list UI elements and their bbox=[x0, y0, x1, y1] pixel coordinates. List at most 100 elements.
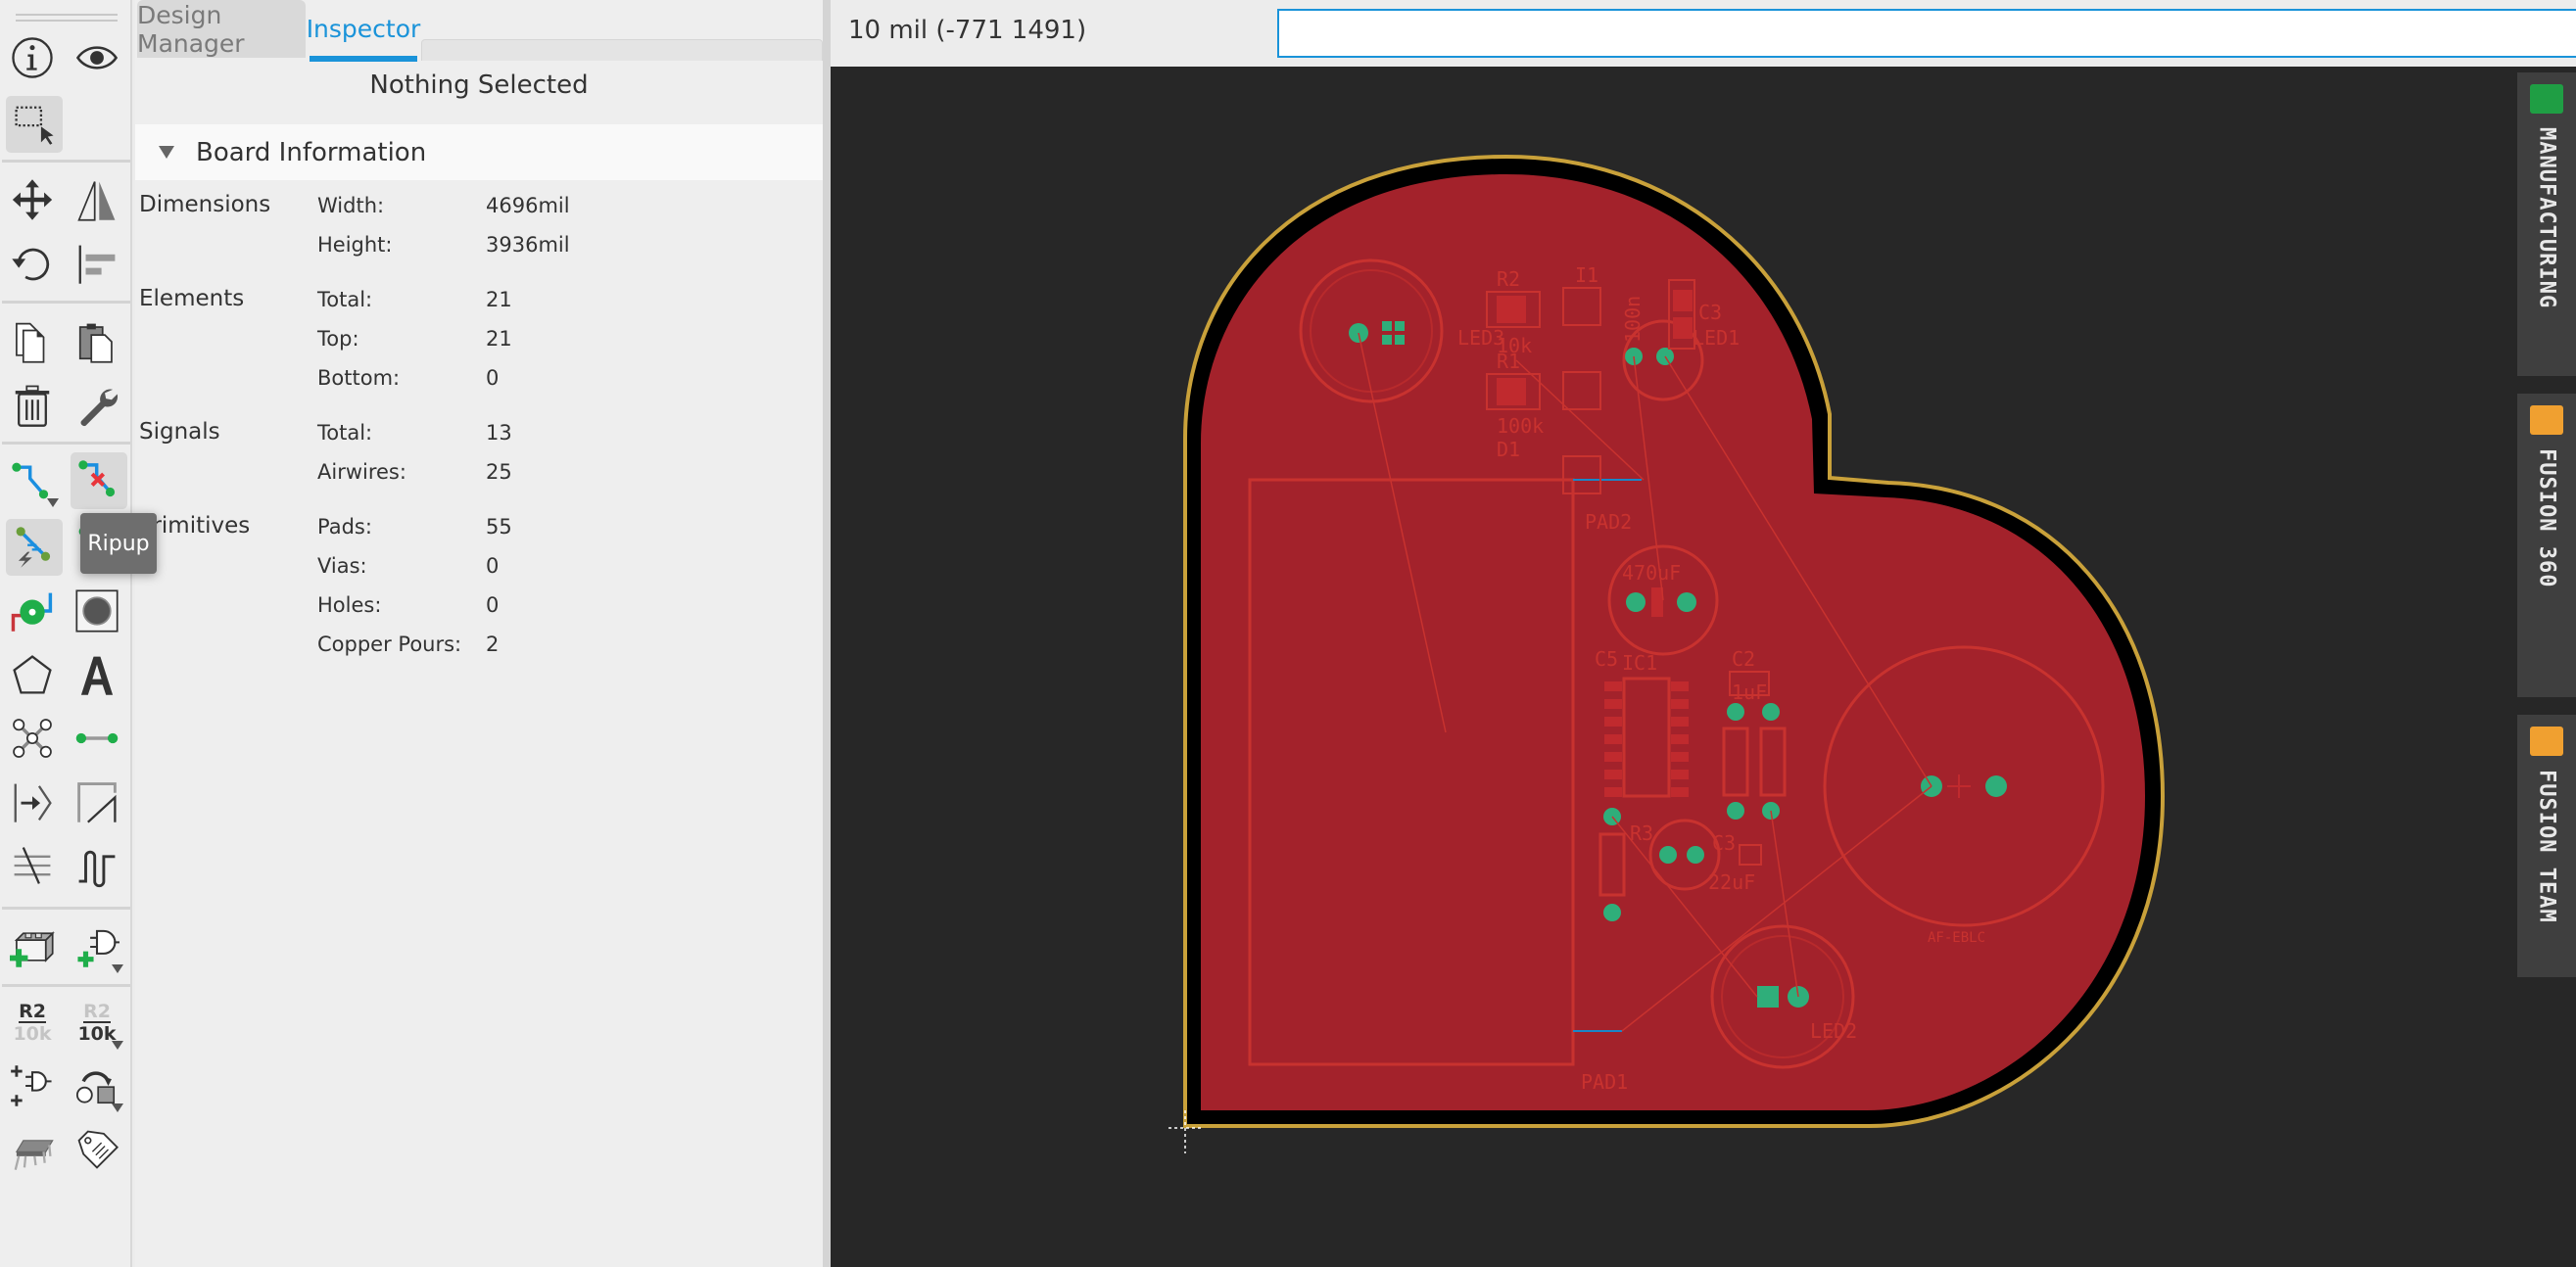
align-icon bbox=[78, 245, 116, 284]
toolbar-grip-2 bbox=[16, 20, 118, 22]
wire-button[interactable] bbox=[69, 710, 125, 767]
label-100n: 100n bbox=[1621, 296, 1645, 343]
fusion-360-tab[interactable]: FUSION 360 bbox=[2517, 394, 2576, 697]
copper-pour bbox=[1201, 174, 2145, 1110]
toolbar-separator bbox=[2, 301, 130, 304]
inspector-panel: Design Manager Inspector Nothing Selecte… bbox=[135, 0, 823, 1267]
autorouter-button[interactable] bbox=[6, 519, 63, 576]
label-af-eblc: AF-EBLC bbox=[1928, 930, 1985, 946]
toolbar-grip[interactable] bbox=[16, 14, 118, 16]
label-led2: LED2 bbox=[1810, 1019, 1857, 1043]
copper-pours-value: 2 bbox=[486, 633, 500, 656]
group-dimensions: Dimensions bbox=[139, 192, 271, 217]
package-button[interactable] bbox=[4, 1121, 61, 1178]
meander-icon bbox=[78, 850, 116, 888]
label-led3: LED3 bbox=[1457, 326, 1504, 350]
tag-icon bbox=[77, 1130, 119, 1169]
replace-button[interactable] bbox=[69, 1057, 125, 1114]
align-button[interactable] bbox=[69, 235, 125, 292]
label-c3-top: C3 bbox=[1698, 301, 1722, 324]
pcb-board[interactable]: R2 10k R1 100k I1 D1 C3 100n LED1 LED3 P… bbox=[831, 67, 2576, 1267]
toolbar-separator bbox=[2, 442, 130, 445]
panel-splitter[interactable] bbox=[823, 0, 831, 1267]
delete-button[interactable] bbox=[4, 377, 61, 434]
via-button[interactable] bbox=[4, 583, 61, 639]
elements-bottom-label: Bottom: bbox=[317, 366, 401, 390]
fusion-team-tab[interactable]: FUSION TEAM bbox=[2517, 715, 2576, 977]
label-c5: C5 bbox=[1595, 647, 1618, 671]
paste-button[interactable] bbox=[69, 313, 125, 370]
add-part-icon bbox=[10, 931, 55, 967]
add-part-button[interactable] bbox=[4, 918, 61, 975]
miter-button[interactable] bbox=[69, 774, 125, 830]
route-icon bbox=[12, 462, 49, 499]
label-r3: R3 bbox=[1630, 821, 1653, 845]
label-100k: 100k bbox=[1497, 414, 1544, 438]
meander-button[interactable] bbox=[69, 837, 125, 894]
signal-button[interactable] bbox=[4, 710, 61, 767]
tab-inspector[interactable]: Inspector bbox=[307, 0, 420, 62]
manufacturing-tab[interactable]: MANUFACTURING bbox=[2517, 72, 2576, 376]
info-button[interactable] bbox=[4, 29, 61, 86]
trash-icon bbox=[15, 385, 50, 427]
label-pad2: PAD2 bbox=[1585, 510, 1632, 534]
collapse-triangle-icon[interactable] bbox=[159, 146, 174, 159]
invoke-button[interactable] bbox=[4, 1057, 61, 1114]
polygon-button[interactable] bbox=[4, 646, 61, 703]
hole-button[interactable] bbox=[69, 583, 125, 639]
elements-total-label: Total: bbox=[317, 288, 373, 311]
command-line-input[interactable] bbox=[1277, 9, 2576, 58]
move-button[interactable] bbox=[4, 171, 61, 228]
ripup-tooltip: Ripup bbox=[80, 513, 157, 574]
tab-design-manager[interactable]: Design Manager bbox=[137, 0, 306, 58]
group-elements: Elements bbox=[139, 286, 245, 311]
invoke-icon bbox=[11, 1065, 52, 1106]
height-label: Height: bbox=[317, 233, 393, 257]
eye-icon bbox=[75, 46, 119, 70]
name-button[interactable]: R2 10k bbox=[4, 995, 61, 1052]
value-icon-bottom: 10k bbox=[77, 1023, 117, 1045]
meander-list-button[interactable] bbox=[4, 837, 61, 894]
width-value: 4696mil bbox=[486, 194, 570, 217]
dropdown-arrow-icon[interactable] bbox=[112, 964, 123, 973]
polygon-icon bbox=[13, 655, 52, 694]
dropdown-arrow-icon[interactable] bbox=[112, 1041, 123, 1050]
name-icon-bottom: 10k bbox=[13, 1023, 52, 1045]
wire-icon bbox=[75, 732, 119, 744]
name-icon-top: R2 bbox=[19, 1001, 46, 1023]
attribute-button[interactable] bbox=[69, 1121, 125, 1178]
text-button[interactable] bbox=[69, 646, 125, 703]
group-select-icon bbox=[15, 106, 54, 145]
change-button[interactable] bbox=[69, 377, 125, 434]
value-icon-top: R2 bbox=[83, 1001, 111, 1023]
board-information-header[interactable]: Board Information bbox=[135, 124, 823, 180]
copy-icon bbox=[16, 322, 45, 363]
hole-icon bbox=[75, 589, 119, 633]
value-button[interactable]: R2 10k bbox=[69, 995, 125, 1052]
copper-pours-label: Copper Pours: bbox=[317, 633, 462, 656]
ripup-button[interactable] bbox=[71, 452, 127, 509]
manufacturing-tab-label: MANUFACTURING bbox=[2534, 127, 2559, 309]
dimension-icon bbox=[14, 783, 52, 822]
text-icon bbox=[80, 656, 114, 695]
fusion-team-tab-label: FUSION TEAM bbox=[2534, 770, 2559, 923]
fusion-360-icon bbox=[2530, 405, 2563, 435]
toolbar-separator bbox=[2, 907, 130, 910]
dropdown-arrow-icon[interactable] bbox=[112, 1103, 123, 1112]
dimension-button[interactable] bbox=[4, 774, 61, 830]
label-c3: C3 bbox=[1712, 831, 1736, 855]
fusion-360-tab-label: FUSION 360 bbox=[2534, 448, 2559, 588]
section-title: Board Information bbox=[196, 137, 427, 167]
show-button[interactable] bbox=[69, 29, 125, 86]
add-gate-button[interactable] bbox=[69, 918, 125, 975]
mirror-button[interactable] bbox=[69, 171, 125, 228]
board-canvas[interactable]: R2 10k R1 100k I1 D1 C3 100n LED1 LED3 P… bbox=[831, 67, 2576, 1267]
signals-total-value: 13 bbox=[486, 421, 512, 445]
copy-button[interactable] bbox=[4, 313, 61, 370]
group-select-button[interactable] bbox=[6, 96, 63, 153]
route-button[interactable] bbox=[4, 452, 61, 509]
dropdown-arrow-icon[interactable] bbox=[47, 498, 59, 507]
rotate-button[interactable] bbox=[4, 235, 61, 292]
mirror-icon bbox=[77, 181, 116, 221]
pads-label: Pads: bbox=[317, 515, 372, 539]
